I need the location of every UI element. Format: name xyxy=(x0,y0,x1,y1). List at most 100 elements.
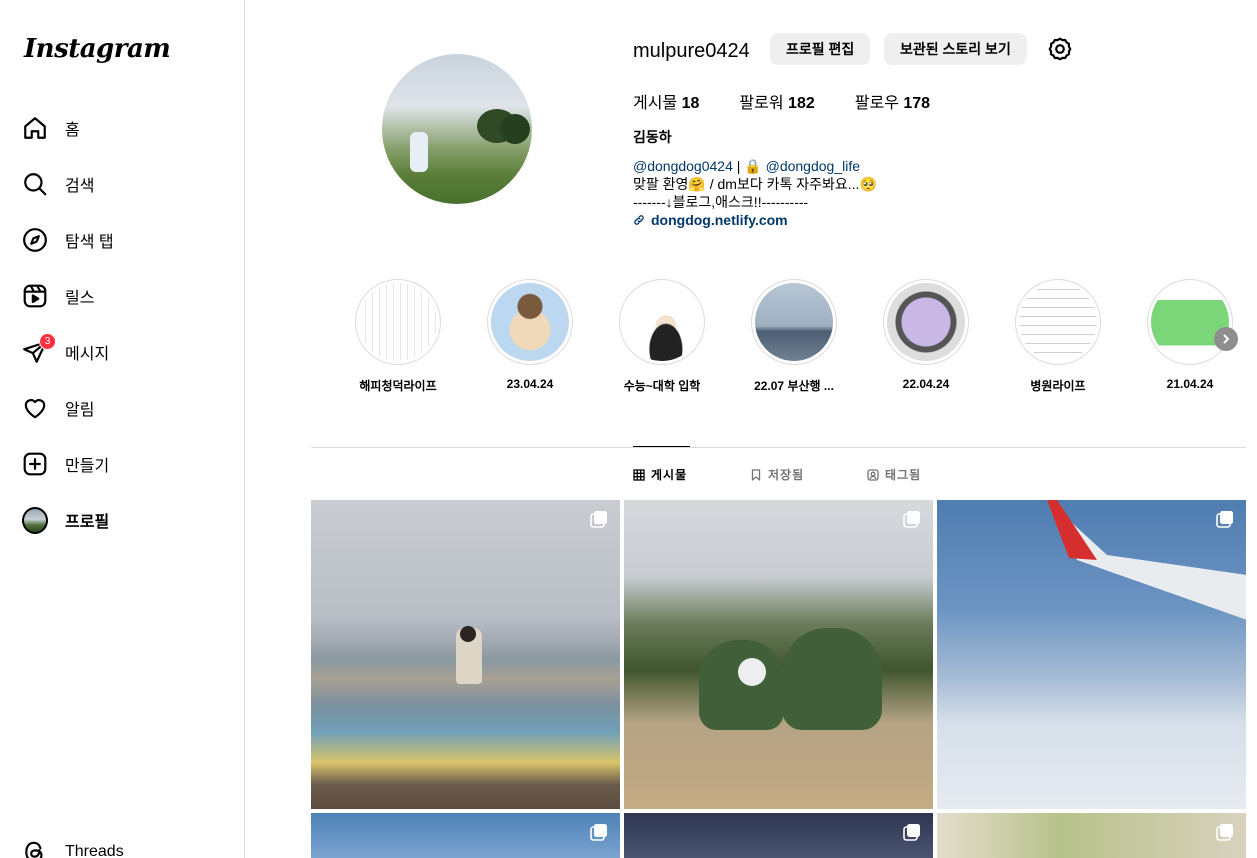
sidebar-item-messages[interactable]: 3 메시지 xyxy=(22,332,109,372)
highlight-label: 22.04.24 xyxy=(902,377,950,391)
profile-stats: 게시물 18 팔로워 182 팔로우 178 xyxy=(633,89,930,113)
messenger-icon: 3 xyxy=(22,333,56,365)
followers-count[interactable]: 팔로워 182 xyxy=(739,89,814,113)
post-thumbnail[interactable] xyxy=(624,500,933,809)
search-icon xyxy=(22,171,48,197)
bookmark-icon xyxy=(751,468,761,481)
reels-icon xyxy=(22,283,48,309)
following-label: 팔로우 xyxy=(854,95,899,112)
followers-value: 182 xyxy=(788,95,815,112)
highlight-label: 수능~대학 입학 xyxy=(623,379,701,393)
tab-tagged[interactable]: 태그됨 xyxy=(867,466,921,483)
profile-username: mulpure0424 xyxy=(633,40,750,62)
post-sign xyxy=(699,640,784,730)
bio-link[interactable]: dongdog.netlify.com xyxy=(651,211,788,229)
sidebar-item-notifications[interactable]: 알림 xyxy=(22,388,94,428)
chevron-right-icon xyxy=(1223,334,1230,344)
sidebar: Instagram 홈 검색 탐색 탭 릴스 3 메시지 알림 만들기 프로필 … xyxy=(0,0,245,858)
avatar-tree xyxy=(500,114,530,144)
sidebar-item-profile[interactable]: 프로필 xyxy=(22,500,109,540)
sidebar-item-explore[interactable]: 탐색 탭 xyxy=(22,220,114,260)
highlight-cover xyxy=(1019,283,1097,361)
profile-avatar[interactable] xyxy=(382,54,532,204)
settings-gear-icon[interactable] xyxy=(1047,36,1073,62)
bio-line-2: 맞팔 환영🤗 / dm보다 카톡 자주봐요...🥺 xyxy=(633,176,877,192)
sidebar-item-label: 만들기 xyxy=(65,458,110,475)
profile-bio: @dongdog0424 | 🔒 @dongdog_life 맞팔 환영🤗 / … xyxy=(633,157,877,229)
highlight-item[interactable]: 22.04.24 xyxy=(883,279,969,391)
multi-photo-icon xyxy=(1216,824,1233,841)
edit-profile-button[interactable]: 프로필 편집 xyxy=(770,33,871,65)
highlights-next-button[interactable] xyxy=(1214,327,1238,351)
posts-count: 게시물 18 xyxy=(633,89,699,113)
highlight-cover xyxy=(491,283,569,361)
tabs-divider xyxy=(311,447,1246,448)
highlight-item[interactable]: 23.04.24 xyxy=(487,279,573,391)
following-count[interactable]: 팔로우 178 xyxy=(855,89,930,113)
multi-photo-icon xyxy=(903,824,920,841)
multi-photo-icon xyxy=(590,511,607,528)
instagram-logo[interactable]: Instagram xyxy=(24,34,171,64)
bio-link-row[interactable]: dongdog.netlify.com xyxy=(633,211,877,229)
post-thumbnail[interactable] xyxy=(311,500,620,809)
highlight-ring xyxy=(1015,279,1101,365)
highlight-item[interactable]: 22.07 부산행 ... xyxy=(751,279,837,394)
tab-label: 태그됨 xyxy=(885,468,922,482)
highlight-item[interactable]: 병원라이프 xyxy=(1015,279,1101,394)
highlight-label: 23.04.24 xyxy=(506,377,554,391)
highlight-ring xyxy=(883,279,969,365)
highlight-cover xyxy=(359,283,437,361)
archived-stories-button[interactable]: 보관된 스토리 보기 xyxy=(884,33,1027,65)
bio-line-3: -------↓블로그,애스크!!---------- xyxy=(633,194,809,210)
sidebar-item-label: 탐색 탭 xyxy=(65,234,114,251)
multi-photo-icon xyxy=(1216,511,1233,528)
threads-icon xyxy=(22,839,48,858)
post-thumbnail[interactable] xyxy=(311,813,620,858)
bio-line-1: @dongdog0424 | 🔒 @dongdog_life xyxy=(633,157,877,175)
highlight-item[interactable]: 해피청덕라이프 xyxy=(355,279,441,394)
tab-label: 게시물 xyxy=(651,468,688,482)
post-thumbnail[interactable] xyxy=(624,813,933,858)
bio-mention[interactable]: @dongdog0424 xyxy=(633,158,733,174)
bio-mention[interactable]: @dongdog_life xyxy=(766,158,860,174)
sidebar-item-label: Threads xyxy=(65,843,124,858)
plus-square-icon xyxy=(22,451,48,477)
sidebar-item-label: 홈 xyxy=(65,122,80,139)
highlight-cover xyxy=(623,283,701,361)
posts-value: 18 xyxy=(681,95,700,112)
avatar xyxy=(22,506,48,534)
home-icon xyxy=(22,115,48,141)
post-sign-logo xyxy=(738,658,766,686)
tab-saved[interactable]: 저장됨 xyxy=(750,466,804,483)
sidebar-item-search[interactable]: 검색 xyxy=(22,164,94,204)
compass-icon xyxy=(22,227,48,253)
active-tab-indicator xyxy=(633,446,690,447)
grid-icon xyxy=(633,468,645,481)
sidebar-item-label: 검색 xyxy=(65,178,95,195)
tab-posts[interactable]: 게시물 xyxy=(633,466,687,483)
profile-full-name: 김동하 xyxy=(633,129,672,145)
tab-label: 저장됨 xyxy=(768,468,805,482)
avatar-person xyxy=(410,132,428,172)
highlight-ring xyxy=(355,279,441,365)
highlight-label: 22.07 부산행 ... xyxy=(754,379,834,393)
sidebar-item-reels[interactable]: 릴스 xyxy=(22,276,94,316)
post-sign xyxy=(782,628,882,730)
sidebar-item-label: 프로필 xyxy=(65,514,110,531)
multi-photo-icon xyxy=(903,511,920,528)
highlight-ring xyxy=(487,279,573,365)
post-figure-head xyxy=(460,626,476,642)
highlight-ring xyxy=(619,279,705,365)
following-value: 178 xyxy=(903,95,931,112)
highlight-item[interactable]: 수능~대학 입학 xyxy=(619,279,705,394)
post-thumbnail[interactable] xyxy=(937,500,1246,809)
link-icon xyxy=(634,215,644,225)
sidebar-item-label: 메시지 xyxy=(65,346,110,363)
sidebar-item-threads[interactable]: Threads xyxy=(22,832,124,858)
post-thumbnail[interactable] xyxy=(937,813,1246,858)
sidebar-item-create[interactable]: 만들기 xyxy=(22,444,109,484)
highlight-label: 해피청덕라이프 xyxy=(359,379,437,393)
sidebar-item-label: 릴스 xyxy=(65,290,95,307)
posts-label: 게시물 xyxy=(633,95,678,112)
sidebar-item-home[interactable]: 홈 xyxy=(22,108,80,148)
